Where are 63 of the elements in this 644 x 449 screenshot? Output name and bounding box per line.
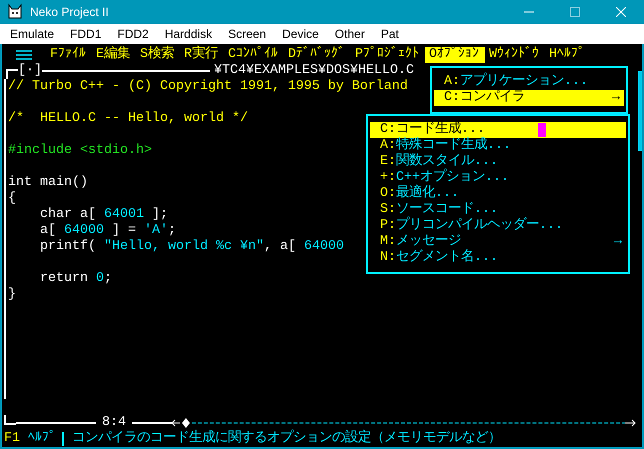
code-text: , a[ [264,239,297,255]
menu-item[interactable]: +:C++オプション... [370,170,626,186]
code-text: 'A' [144,223,168,239]
window-title: Neko Project II [30,5,110,19]
menu-item[interactable]: Pﾌﾟﾛｼﾞｪｸﾄ [351,47,425,63]
menu-item[interactable]: Other [326,27,373,41]
code-text: /* HELLO.C -- Hello, world */ [8,111,248,127]
menu-item[interactable]: Cｺﾝﾊﾟｲﾙ [224,47,284,63]
code-text: ; [104,271,112,287]
code-text: #include <stdio.h> [8,143,152,159]
menu-item[interactable]: O:最適化... [370,186,626,202]
file-path: ¥TC4¥EXAMPLES¥DOS¥HELLO.C [213,63,414,79]
code-text: ]; [150,207,168,223]
code-text: int main() [8,175,88,191]
menu-item[interactable]: Wｳｨﾝﾄﾞｳ [485,47,545,63]
menu-item[interactable]: Fﾌｧｲﾙ [46,47,92,63]
menu-item[interactable]: N:セグメント名... [370,250,626,266]
menu-item[interactable]: M:メッセージ → [370,234,626,250]
scrollbar[interactable] [638,71,642,151]
help-key: F1 [4,431,20,447]
close-box[interactable]: [·] [18,63,42,79]
menu-item[interactable]: Screen [220,27,274,41]
menu-item[interactable]: Emulate [2,27,62,41]
text-cursor [538,123,546,137]
menu-item[interactable]: A:特殊コード生成... [370,138,626,154]
cursor-position: 8:4 [101,415,127,431]
code-text: ] = [110,223,137,239]
menu-item[interactable]: Device [274,27,327,41]
menu-icon[interactable] [16,50,32,60]
code-text: 64001 [104,207,144,223]
menu-item[interactable]: C:コンパイラ → [434,90,624,106]
menu-item[interactable]: E編集 [92,47,136,63]
menu-item[interactable]: P:プリコンパイルヘッダー... [370,218,626,234]
menu-item[interactable]: C:コード生成... [370,122,626,138]
menu-item[interactable]: A:アプリケーション... [434,74,624,90]
menu-item[interactable]: Dﾃﾞﾊﾞｯｸﾞ [284,47,351,63]
code-text: { [8,191,16,207]
code-text: 0 [96,271,104,287]
code-text: "Hello, world %c ¥n" [104,239,264,255]
menu-item[interactable]: S検索 [136,47,180,63]
code-text: } [8,287,16,303]
close-icon [616,7,626,17]
menu-item[interactable]: FDD2 [109,27,157,41]
code-text: a[ [38,223,57,239]
code-text: char a[ [38,207,97,223]
status-message: コンパイラのコード生成に関するオプションの設定（メモリモデルなど） [72,431,501,447]
menu-item[interactable]: Pat [372,27,407,41]
code-text: 64000 [64,223,104,239]
help-label: ﾍﾙﾌﾟ [28,431,57,447]
cat-icon [6,3,24,21]
frame-corner [6,69,18,79]
maximize-icon [570,7,580,17]
menu-item[interactable]: E:関数スタイル... [370,154,626,170]
menu-item[interactable]: Harddisk [156,27,220,41]
code-text: // Turbo C++ - (C) Copyright 1991, 1995 by Borland [8,79,408,95]
code-text: printf( [38,239,97,255]
code-text: return [38,271,89,287]
menu-item[interactable]: Hﾍﾙﾌﾟ [545,47,591,63]
menu-item[interactable]: FDD1 [62,27,110,41]
menu-item[interactable]: S:ソースコード... [370,202,626,218]
menu-item[interactable]: R実行 [180,47,224,63]
code-text: 64000 [304,239,344,255]
code-text: ; [168,223,176,239]
